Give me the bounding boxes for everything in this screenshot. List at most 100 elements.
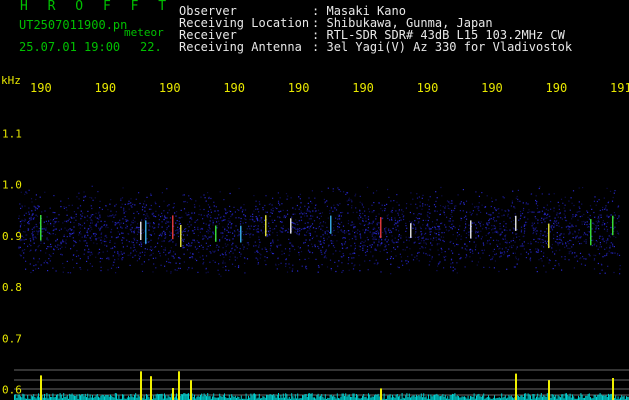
noise-pixel — [349, 233, 351, 235]
noise-pixel — [328, 236, 330, 238]
noise-pixel — [426, 214, 428, 216]
noise-pixel — [188, 267, 190, 269]
noise-pixel — [324, 202, 326, 204]
noise-pixel — [359, 233, 361, 235]
noise-pixel — [144, 251, 146, 253]
noise-pixel — [448, 220, 450, 222]
noise-pixel — [115, 267, 118, 269]
noise-pixel — [496, 244, 498, 246]
baseline-trace — [159, 394, 161, 400]
noise-pixel — [91, 220, 93, 222]
noise-pixel — [522, 202, 524, 204]
noise-pixel — [569, 209, 571, 211]
noise-pixel — [405, 225, 407, 227]
noise-pixel — [359, 264, 361, 266]
noise-pixel — [169, 221, 171, 223]
noise-pixel — [226, 225, 229, 227]
noise-pixel — [31, 201, 33, 203]
noise-pixel — [603, 228, 606, 230]
noise-pixel — [173, 257, 175, 259]
noise-pixel — [507, 213, 509, 215]
noise-pixel — [606, 228, 609, 231]
noise-pixel — [90, 226, 92, 228]
noise-pixel — [137, 254, 140, 256]
noise-pixel — [309, 229, 311, 231]
noise-pixel — [144, 254, 146, 256]
noise-pixel — [346, 200, 348, 202]
noise-pixel — [25, 260, 27, 262]
noise-pixel — [464, 243, 466, 245]
noise-pixel — [493, 225, 495, 227]
noise-pixel — [44, 260, 47, 262]
noise-pixel — [73, 230, 75, 232]
noise-pixel — [600, 214, 602, 216]
noise-pixel — [61, 254, 63, 256]
noise-pixel — [616, 230, 618, 232]
noise-pixel — [541, 239, 543, 241]
noise-pixel — [524, 230, 526, 232]
noise-pixel — [436, 270, 438, 272]
y-tick-label: 0.7 — [2, 332, 22, 345]
noise-pixel — [384, 210, 386, 212]
noise-pixel — [132, 256, 134, 258]
noise-pixel — [466, 249, 468, 251]
noise-pixel — [482, 242, 484, 244]
noise-pixel — [362, 206, 365, 208]
noise-pixel — [503, 254, 505, 256]
noise-pixel — [435, 206, 437, 208]
noise-pixel — [186, 244, 188, 246]
noise-pixel — [296, 233, 298, 235]
noise-pixel — [158, 223, 160, 225]
noise-pixel — [300, 210, 302, 212]
noise-pixel — [194, 226, 196, 228]
noise-pixel — [161, 245, 163, 247]
noise-pixel — [80, 214, 82, 216]
baseline-trace — [101, 394, 103, 400]
noise-pixel — [603, 224, 605, 226]
noise-pixel — [317, 209, 320, 211]
noise-pixel — [506, 251, 508, 253]
noise-pixel — [120, 251, 122, 253]
noise-pixel — [452, 262, 454, 264]
noise-pixel — [386, 236, 388, 238]
noise-pixel — [158, 234, 160, 237]
noise-pixel — [408, 236, 410, 238]
noise-pixel — [511, 200, 513, 202]
noise-pixel — [565, 243, 567, 245]
noise-pixel — [503, 197, 505, 199]
noise-pixel — [512, 227, 514, 229]
noise-pixel — [528, 209, 530, 211]
noise-pixel — [372, 221, 374, 223]
noise-pixel — [499, 247, 501, 249]
noise-pixel — [226, 211, 228, 214]
noise-pixel — [422, 247, 424, 249]
noise-pixel — [508, 242, 511, 244]
noise-pixel — [144, 210, 146, 212]
noise-pixel — [609, 247, 611, 249]
noise-pixel — [255, 257, 257, 259]
noise-pixel — [583, 234, 585, 236]
noise-pixel — [258, 215, 260, 217]
baseline-trace — [274, 395, 276, 400]
noise-pixel — [535, 199, 537, 202]
noise-pixel — [359, 213, 361, 215]
noise-pixel — [459, 210, 461, 212]
noise-pixel — [538, 211, 540, 213]
noise-pixel — [587, 211, 589, 213]
noise-pixel — [607, 239, 609, 241]
y-tick-label: 1.0 — [2, 179, 22, 192]
noise-pixel — [152, 271, 154, 273]
noise-pixel — [543, 265, 545, 267]
noise-pixel — [151, 213, 153, 215]
detection-spike — [548, 380, 550, 400]
noise-pixel — [308, 210, 310, 212]
noise-pixel — [324, 231, 326, 233]
noise-pixel — [20, 191, 22, 193]
noise-pixel — [497, 230, 499, 232]
noise-pixel — [35, 214, 37, 216]
noise-pixel — [139, 256, 141, 258]
noise-pixel — [382, 217, 384, 219]
noise-pixel — [394, 219, 396, 221]
noise-pixel — [610, 242, 612, 244]
baseline-trace — [543, 395, 545, 400]
